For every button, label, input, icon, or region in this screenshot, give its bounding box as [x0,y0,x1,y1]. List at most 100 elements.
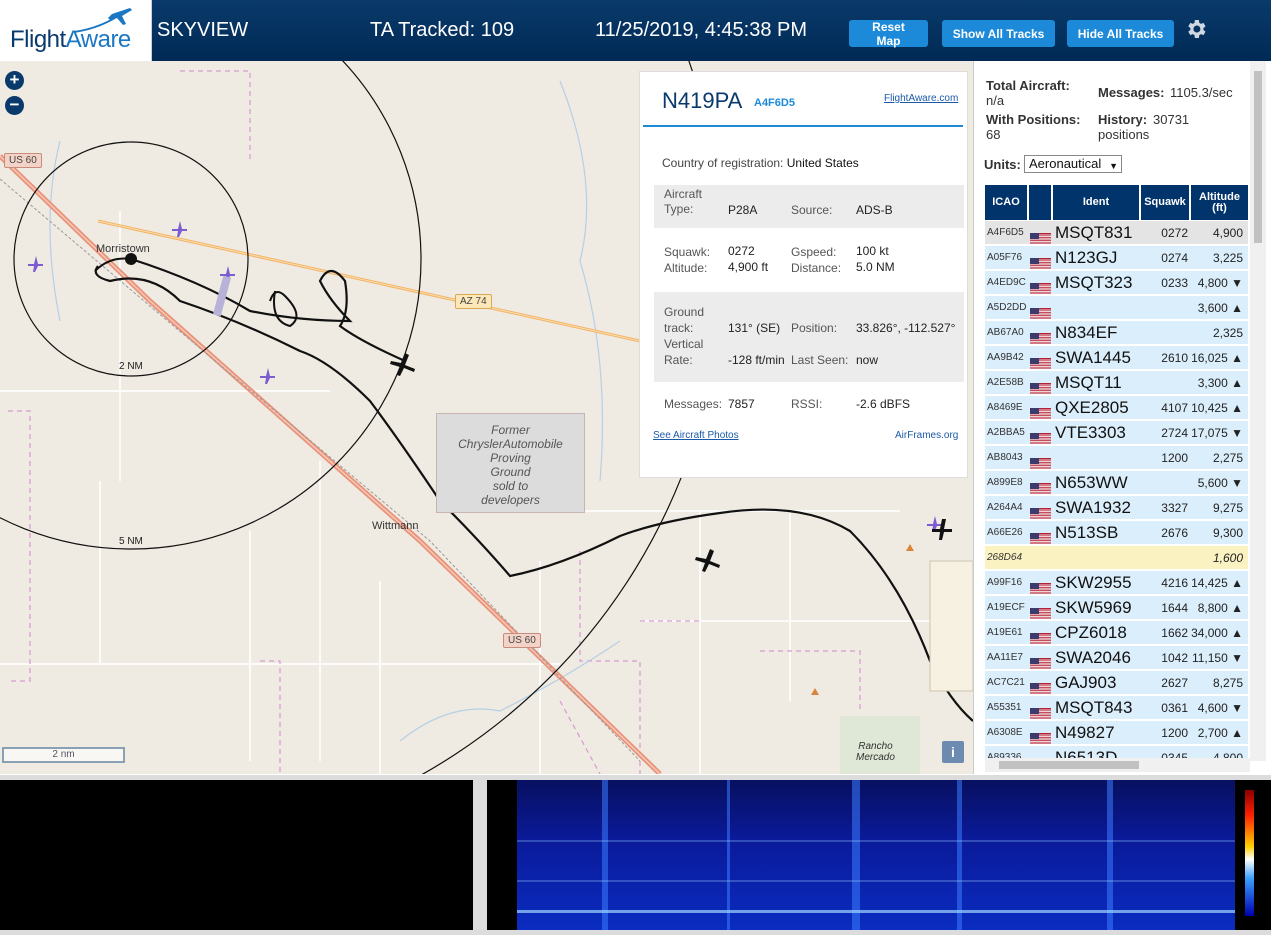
us-flag-icon [1030,653,1051,669]
row-icao: AA9B42 [987,352,1024,363]
table-row[interactable]: A66E26 N513SB 2676 9,300 [985,521,1248,545]
row-ident: VTE3303 [1055,423,1126,442]
table-row[interactable]: AB67A0 N834EF 2,325 [985,321,1248,345]
table-row[interactable]: A55351 MSQT843 0361 4,600 ▼ [985,696,1248,720]
us-flag-icon [1030,353,1051,369]
row-altitude: 11,150 ▼ [1191,651,1243,665]
total-aircraft-label: Total Aircraft: [986,78,1070,93]
row-altitude: 17,075 ▼ [1191,426,1243,440]
row-ident: SWA1445 [1055,348,1131,367]
table-row[interactable]: A8469E QXE2805 4107 10,425 ▲ [985,396,1248,420]
table-row[interactable]: A19E61 CPZ6018 1662 34,000 ▲ [985,621,1248,645]
airframes-link[interactable]: AirFrames.org [895,430,958,441]
row-icao: AC7C21 [987,677,1025,688]
zoom-in-button[interactable]: + [5,71,24,90]
distance-value: 5.0 NM [856,260,895,274]
row-icao: A899E8 [987,477,1023,488]
table-row[interactable]: A99F16 SKW2955 4216 14,425 ▲ [985,571,1248,595]
us-flag-icon [1030,328,1051,344]
table-row[interactable]: A899E8 N653WW 5,600 ▼ [985,471,1248,495]
aircraft-type-value: P28A [728,203,758,217]
table-row[interactable]: A264A4 SWA1932 3327 9,275 [985,496,1248,520]
aircraft-photos-link[interactable]: See Aircraft Photos [653,430,739,441]
row-icao: A4F6D5 [987,227,1024,238]
row-ident: N49827 [1055,723,1115,742]
show-all-tracks-button[interactable]: Show All Tracks [942,20,1055,47]
horizontal-scrollbar[interactable] [985,758,1250,772]
row-squawk: 2676 [1161,526,1188,540]
table-row[interactable]: A5D2DD 3,600 ▲ [985,296,1248,320]
col-ident-header[interactable]: Ident [1053,185,1139,220]
us-flag-icon [1030,278,1051,294]
range-ring-label-2nm: 2 NM [119,361,143,372]
row-altitude: 14,425 ▲ [1191,576,1243,590]
col-icao-header[interactable]: ICAO [985,185,1027,220]
tracked-count: TA Tracked: 109 [370,19,515,41]
horizontal-scroll-thumb[interactable] [999,761,1139,769]
row-squawk: 1662 [1161,626,1188,640]
row-squawk: 0272 [1161,226,1188,240]
hide-all-tracks-button[interactable]: Hide All Tracks [1067,20,1174,47]
row-icao: AB8043 [987,452,1023,463]
col-flag-header[interactable] [1029,185,1051,220]
units-select[interactable]: Aeronautical [1024,155,1122,174]
table-row[interactable]: A4ED9C MSQT323 0233 4,800 ▼ [985,271,1248,295]
table-row[interactable]: A4F6D5 MSQT831 0272 4,900 [985,221,1248,245]
col-squawk-header[interactable]: Squawk [1141,185,1189,220]
track-vrate-label: Ground track: Vertical Rate: [664,305,705,367]
zoom-out-button[interactable]: − [5,96,24,115]
row-squawk: 1200 [1161,451,1188,465]
rssi-label: RSSI: [791,397,823,411]
flightaware-link[interactable]: FlightAware.com [884,93,958,104]
row-squawk [1143,321,1188,345]
aircraft-list-panel: Total Aircraft: n/a Messages: 1105.3/sec… [973,61,1271,774]
table-row[interactable]: A05F76 N123GJ 0274 3,225 [985,246,1248,270]
us-flag-icon [1030,578,1051,594]
row-ident: N123GJ [1055,248,1118,267]
gear-icon[interactable] [1184,17,1208,41]
us-flag-icon [1030,228,1051,244]
table-row[interactable]: AA9B42 SWA1445 2610 16,025 ▲ [985,346,1248,370]
row-icao: A2E58B [987,377,1024,388]
row-altitude: 34,000 ▲ [1191,626,1243,640]
row-ident: MSQT831 [1055,223,1133,242]
map-info-button[interactable]: i [942,741,964,763]
app-title: SKYVIEW [157,19,249,41]
table-row[interactable]: A6308E N49827 1200 2,700 ▲ [985,721,1248,745]
row-icao: A6308E [987,727,1023,738]
row-icao: A19E61 [987,627,1023,638]
row-ident: SKW2955 [1055,573,1132,592]
us-flag-icon [1030,303,1051,319]
vertical-scrollbar[interactable] [1250,61,1266,761]
aircraft-info-panel: N419PA A4F6D5 FlightAware.com Country of… [639,71,968,478]
row-squawk: 1644 [1161,601,1188,615]
row-altitude: 9,275 [1212,501,1243,515]
road-shield-us60: US 60 [4,153,42,168]
rssi-value: -2.6 dBFS [856,397,911,411]
vertical-scroll-thumb[interactable] [1254,71,1262,243]
table-row[interactable]: A2BBA5 VTE3303 2724 17,075 ▼ [985,421,1248,445]
popup-type-block: Aircraft Type: P28A Source: ADS-B [654,185,964,228]
row-altitude: 2,700 ▲ [1197,726,1243,740]
row-ident: GAJ903 [1055,673,1117,692]
source-label: Source: [791,203,833,217]
proving-ground-label: Former ChryslerAutomobile Proving Ground… [458,423,563,507]
row-altitude: 3,225 [1212,251,1243,265]
table-row[interactable]: 268D64 1,600 [985,546,1248,570]
history-label: History: [1098,112,1148,127]
position-value: 33.826°, -112.527° [856,321,956,335]
row-icao: AB67A0 [987,327,1024,338]
table-row[interactable]: A19ECF SKW5969 1644 8,800 ▲ [985,596,1248,620]
us-flag-icon [1030,403,1051,419]
reset-map-button[interactable]: Reset Map [849,20,928,48]
range-ring-label-5nm: 5 NM [119,536,143,547]
waterfall-display [517,780,1235,930]
table-row[interactable]: A2E58B MSQT11 3,300 ▲ [985,371,1248,395]
table-row[interactable]: AB8043 1200 2,275 [985,446,1248,470]
flightaware-logo[interactable]: FlightAware [0,0,152,61]
col-altitude-header[interactable]: Altitude (ft) [1191,185,1248,220]
table-row[interactable]: AA11E7 SWA2046 1042 11,150 ▼ [985,646,1248,670]
spectrum-left-panel [0,780,473,930]
row-ident: N834EF [1055,323,1118,342]
table-row[interactable]: AC7C21 GAJ903 2627 8,275 [985,671,1248,695]
